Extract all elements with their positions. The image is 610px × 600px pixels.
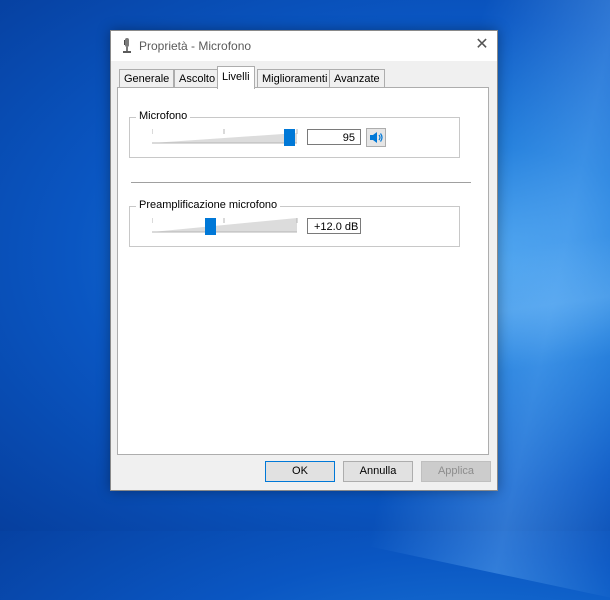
title-bar[interactable]: Proprietà - Microfono ✕	[111, 31, 497, 61]
tab-miglioramenti[interactable]: Miglioramenti	[257, 69, 333, 88]
microphone-slider-thumb[interactable]	[284, 129, 296, 146]
microphone-boost-group: Preamplificazione microfono +12.0 dB	[129, 199, 460, 247]
close-icon: ✕	[475, 36, 489, 53]
tab-ascolto[interactable]: Ascolto	[174, 69, 221, 88]
properties-dialog: Proprietà - Microfono ✕ Generale Ascolto…	[110, 30, 498, 491]
window-title: Proprietà - Microfono	[139, 39, 252, 53]
microphone-level-value[interactable]: 95	[307, 129, 361, 145]
boost-slider-thumb[interactable]	[204, 218, 216, 235]
tab-livelli[interactable]: Livelli	[217, 66, 255, 89]
tab-generale[interactable]: Generale	[119, 69, 175, 88]
group-separator	[131, 182, 471, 183]
apply-button[interactable]: Applica	[421, 461, 491, 482]
close-button[interactable]: ✕	[467, 31, 497, 61]
microphone-level-slider[interactable]	[152, 126, 298, 146]
tab-avanzate[interactable]: Avanzate	[329, 69, 385, 88]
microphone-label: Microfono	[136, 110, 191, 122]
microphone-icon	[123, 38, 131, 53]
levels-panel: Microfono 95 Preamplificazione microfono…	[117, 87, 489, 455]
boost-level-slider[interactable]	[152, 215, 298, 235]
cancel-button[interactable]: Annulla	[343, 461, 413, 482]
speaker-icon	[370, 132, 383, 143]
ok-button[interactable]: OK	[265, 461, 335, 482]
microphone-mute-button[interactable]	[366, 128, 386, 147]
microphone-level-group: Microfono 95	[129, 110, 460, 158]
boost-label: Preamplificazione microfono	[136, 199, 281, 211]
boost-level-value[interactable]: +12.0 dB	[307, 218, 361, 234]
